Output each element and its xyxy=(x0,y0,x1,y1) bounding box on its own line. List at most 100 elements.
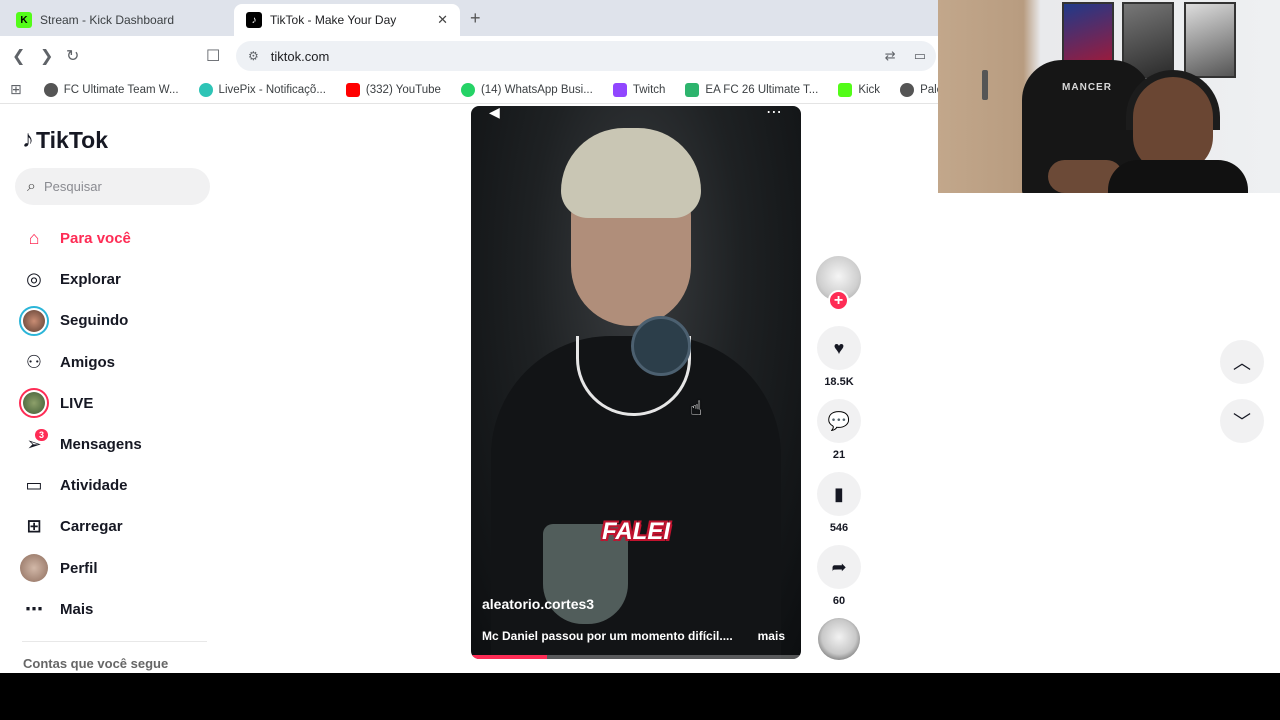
sidebar-item-explorar[interactable]: ◎ Explorar xyxy=(18,259,218,300)
more-options-icon[interactable]: ⋯ xyxy=(766,106,783,122)
bookmarks-bar: ⊞ FC Ultimate Team W... LivePix - Notifi… xyxy=(0,76,940,104)
bookmark-save-icon[interactable]: ▮ xyxy=(817,472,861,516)
description-more-link[interactable]: mais xyxy=(758,629,785,643)
letterbox-bar xyxy=(0,673,1280,720)
whatsapp-icon xyxy=(460,82,475,97)
save-action[interactable]: ▮ 546 xyxy=(816,472,862,534)
following-avatar-icon xyxy=(18,305,50,337)
video-progress-fill xyxy=(471,655,547,659)
like-count: 18.5K xyxy=(824,376,854,388)
twitch-icon xyxy=(612,82,627,97)
sidebar-item-mensagens[interactable]: ➢ 3 Mensagens xyxy=(18,424,218,465)
following-accounts-header: Contas que você segue xyxy=(23,656,169,671)
back-arrow-icon[interactable]: ❮ xyxy=(12,46,25,66)
activity-icon: ▭ xyxy=(25,475,43,496)
screen: K Stream - Kick Dashboard ♪ TikTok - Mak… xyxy=(0,0,1280,720)
close-tab-icon[interactable]: ✕ xyxy=(437,12,448,28)
apps-grid-icon[interactable]: ⊞ xyxy=(10,81,22,98)
search-box[interactable]: ⌕ xyxy=(15,168,210,205)
bookmark-favicon-icon xyxy=(43,82,58,97)
sidebar-item-carregar[interactable]: ⊞ Carregar xyxy=(18,506,218,547)
bookmark-livepix[interactable]: LivePix - Notificaçõ... xyxy=(198,82,326,97)
like-action[interactable]: ♥ 18.5K xyxy=(816,326,862,388)
tab-tiktok[interactable]: ♪ TikTok - Make Your Day ✕ xyxy=(234,4,460,36)
bookmark-youtube[interactable]: (332) YouTube xyxy=(345,82,441,97)
browser-tab-bar: K Stream - Kick Dashboard ♪ TikTok - Mak… xyxy=(0,0,940,36)
comment-count: 21 xyxy=(832,449,846,461)
sidebar-item-label: Perfil xyxy=(60,559,98,577)
tab-label: Stream - Kick Dashboard xyxy=(40,13,175,27)
save-count: 546 xyxy=(829,522,849,534)
sidebar-item-para-voce[interactable]: ⌂ Para você xyxy=(18,218,218,259)
share-arrow-icon[interactable]: ➦ xyxy=(817,545,861,589)
follow-plus-icon[interactable]: + xyxy=(828,290,849,311)
kick-icon xyxy=(838,82,853,97)
share-count: 60 xyxy=(832,595,846,607)
new-tab-button[interactable]: + xyxy=(470,8,481,29)
messages-badge: 3 xyxy=(34,428,48,441)
bookmark-favicon-icon xyxy=(900,82,915,97)
compass-icon: ◎ xyxy=(26,269,42,290)
sidebar-item-perfil[interactable]: Perfil xyxy=(18,548,218,589)
bookmark-kick[interactable]: Kick xyxy=(838,82,880,97)
sidebar-item-label: Mensagens xyxy=(60,436,142,454)
share-action[interactable]: ➦ 60 xyxy=(816,545,862,607)
webcam-shape xyxy=(982,70,988,100)
bookmark-whatsapp[interactable]: (14) WhatsApp Busi... xyxy=(460,82,593,97)
webcam-shape xyxy=(1108,160,1248,193)
next-video-button[interactable]: ﹀ xyxy=(1220,399,1264,443)
chevron-up-icon: ︿ xyxy=(1233,353,1251,373)
sidebar-item-amigos[interactable]: ⚇ Amigos xyxy=(18,342,218,383)
reload-icon[interactable]: ↻ xyxy=(66,46,79,66)
comment-action[interactable]: 💬 21 xyxy=(816,399,862,461)
bookmark-label: LivePix - Notificaçõ... xyxy=(218,83,326,96)
poster-image xyxy=(1184,2,1236,78)
forward-arrow-icon[interactable]: ❯ xyxy=(40,46,53,66)
video-author[interactable]: aleatorio.cortes3 xyxy=(482,596,594,612)
video-description: Mc Daniel passou por um momento difícil.… xyxy=(482,629,733,643)
bookmark-fc-ultimate-team[interactable]: FC Ultimate Team W... xyxy=(43,82,179,97)
bookmark-favicon-icon xyxy=(685,82,700,97)
bookmark-label: Paletools v xyxy=(920,83,940,96)
bookmark-icon[interactable]: ☐ xyxy=(206,46,220,66)
music-disc-icon[interactable] xyxy=(818,618,860,660)
video-frame-shape xyxy=(631,316,691,376)
address-bar[interactable]: ⚙ tiktok.com ⇄ ▭ xyxy=(236,41,936,71)
browser-toolbar: ❮ ❯ ↻ ☐ ⚙ tiktok.com ⇄ ▭ xyxy=(0,36,940,76)
messages-icon: ➢ 3 xyxy=(18,428,50,461)
heart-icon[interactable]: ♥ xyxy=(817,326,861,370)
upload-icon: ⊞ xyxy=(26,516,42,537)
youtube-icon xyxy=(345,82,360,97)
mouse-cursor-icon: ☝ xyxy=(690,398,703,420)
webcam-overlay: MANCER xyxy=(938,0,1280,193)
logo-text: TikTok xyxy=(36,126,108,153)
chevron-down-icon: ﹀ xyxy=(1233,412,1251,432)
sidebar-item-label: Explorar xyxy=(60,271,121,289)
cast-icon[interactable]: ▭ xyxy=(914,48,926,64)
translate-icon[interactable]: ⇄ xyxy=(885,48,896,64)
sidebar-item-seguindo[interactable]: Seguindo xyxy=(18,300,218,341)
comment-icon[interactable]: 💬 xyxy=(817,399,861,443)
site-info-icon[interactable]: ⚙ xyxy=(248,49,259,63)
tab-kick-dashboard[interactable]: K Stream - Kick Dashboard xyxy=(4,4,230,36)
sidebar-divider xyxy=(22,641,207,642)
sidebar-nav: ⌂ Para você ◎ Explorar Seguindo ⚇ Amigos… xyxy=(18,218,218,630)
bookmark-ea-fc[interactable]: EA FC 26 Ultimate T... xyxy=(685,82,818,97)
search-input[interactable] xyxy=(43,179,184,194)
tiktok-favicon-icon: ♪ xyxy=(246,12,262,28)
video-player[interactable]: ◀ ⋯ FALEI aleatorio.cortes3 Mc Daniel pa… xyxy=(471,106,801,659)
sidebar-item-live[interactable]: LIVE xyxy=(18,383,218,424)
bookmark-twitch[interactable]: Twitch xyxy=(612,82,665,97)
sidebar-item-mais[interactable]: ⋯ Mais xyxy=(18,589,218,630)
sidebar-item-atividade[interactable]: ▭ Atividade xyxy=(18,465,218,506)
bookmark-label: (332) YouTube xyxy=(365,83,441,96)
sidebar-item-label: Mais xyxy=(60,600,94,618)
bookmark-label: (14) WhatsApp Busi... xyxy=(480,83,593,96)
sound-icon[interactable]: ◀ xyxy=(489,106,500,121)
bookmark-paletools[interactable]: Paletools v xyxy=(900,82,940,97)
previous-video-button[interactable]: ︿ xyxy=(1220,340,1264,384)
home-icon: ⌂ xyxy=(28,228,40,249)
video-progress-bar[interactable] xyxy=(471,655,801,659)
tiktok-logo[interactable]: ♪ TikTok xyxy=(22,126,108,154)
bookmark-favicon-icon xyxy=(198,82,213,97)
